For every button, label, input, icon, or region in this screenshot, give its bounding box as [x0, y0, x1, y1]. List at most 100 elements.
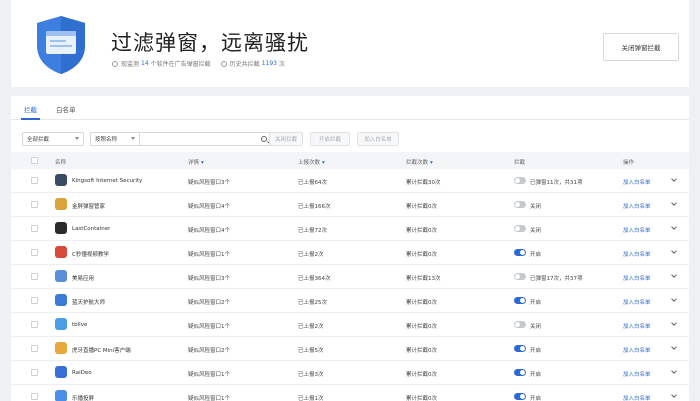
chevron-down-icon[interactable] — [671, 224, 677, 230]
col-reports[interactable]: 上报次数 ▾ — [298, 158, 325, 166]
search-icon[interactable] — [261, 136, 267, 142]
row-checkbox[interactable] — [31, 249, 38, 256]
table-row: 虎牙直播PC Mini客户端 疑似风险窗口2个 已上报5次 累计拦截0次 开启 加入白名单 — [11, 337, 689, 361]
col-detail[interactable]: 详情 ▾ — [188, 158, 204, 166]
row-blocks: 累计拦截0次 — [406, 372, 437, 378]
row-detail: 疑似风险窗口2个 — [188, 300, 230, 306]
table-row: RaiDeo 疑似风险窗口1个 已上报3次 累计拦截0次 开启 加入白名单 — [11, 361, 689, 385]
shield-window-icon — [37, 16, 85, 74]
table-row: tbllve 疑似风险窗口1个 已上报2次 累计拦截0次 关闭 加入白名单 — [11, 313, 689, 337]
stats-line: 现监测 14 个软件在广告弹窗拦截 历史共拦截 1193 次 — [112, 59, 285, 68]
chevron-down-icon[interactable] — [671, 392, 677, 398]
history-count: 1193 — [261, 60, 277, 67]
col-action: 操作 — [623, 160, 635, 166]
tab-bar: 拦截 白名单 — [11, 96, 689, 120]
table-row: Kingsoft Internet Security 疑似风险窗口3个 已上报64次… — [11, 169, 689, 193]
app-name: RaiDeo — [72, 370, 92, 376]
table-row: 乐播投屏 疑似风险窗口1个 已上报1次 累计拦截0次 开启 加入白名单 — [11, 385, 689, 401]
page-title: 过滤弹窗，远离骚扰 — [111, 31, 309, 55]
add-whitelist-link[interactable]: 加入白名单 — [623, 370, 651, 378]
row-blocks: 累计拦截0次 — [406, 204, 437, 210]
chevron-down-icon[interactable] — [671, 320, 677, 326]
intercept-toggle[interactable] — [514, 201, 526, 208]
add-whitelist-link[interactable]: 加入白名单 — [623, 322, 651, 330]
close-all-intercept-button[interactable]: 关闭弹窗拦截 — [603, 33, 679, 61]
row-reports: 已上报364次 — [298, 276, 331, 282]
add-whitelist-link[interactable]: 加入白名单 — [623, 202, 651, 210]
app-name: C秒懂视频教学 — [72, 252, 109, 258]
row-reports: 已上报2次 — [298, 324, 324, 330]
select-all-checkbox[interactable] — [31, 157, 38, 164]
intercept-toggle[interactable] — [514, 297, 526, 304]
add-whitelist-button[interactable]: 加入白名单 — [357, 132, 399, 146]
row-checkbox[interactable] — [31, 201, 38, 208]
toggle-status: 关闭 — [530, 324, 542, 330]
row-checkbox[interactable] — [31, 321, 38, 328]
close-intercept-button[interactable]: 关闭拦截 — [269, 132, 303, 146]
app-icon — [55, 246, 67, 258]
row-detail: 疑似风险窗口4个 — [188, 204, 230, 210]
tab-whitelist[interactable]: 白名单 — [56, 104, 76, 114]
monitor-suffix: 个软件在广告弹窗拦截 — [150, 61, 211, 68]
col-blocks[interactable]: 拦截次数 ▾ — [406, 158, 433, 166]
chevron-down-icon[interactable] — [671, 176, 677, 182]
monitor-count: 14 — [141, 60, 149, 67]
row-blocks: 累计拦截0次 — [406, 396, 437, 401]
chevron-down-icon — [75, 137, 79, 140]
chevron-down-icon[interactable] — [671, 344, 677, 350]
app-icon — [55, 366, 67, 378]
chevron-down-icon[interactable] — [671, 200, 677, 206]
toggle-status: 已弹窗17次，共37项 — [530, 276, 583, 282]
tab-intercept[interactable]: 拦截 — [21, 104, 40, 120]
row-checkbox[interactable] — [31, 345, 38, 352]
sort-icon: ▾ — [430, 160, 433, 166]
table-header: 名称 详情 ▾ 上报次数 ▾ 拦截次数 ▾ 拦截 操作 — [11, 152, 689, 169]
app-icon — [55, 174, 67, 186]
row-checkbox[interactable] — [31, 177, 38, 184]
toggle-status: 开启 — [530, 300, 542, 306]
chevron-down-icon[interactable] — [671, 248, 677, 254]
toggle-status: 开启 — [530, 372, 542, 378]
intercept-toggle[interactable] — [514, 369, 526, 376]
row-detail: 疑似风险窗口2个 — [188, 348, 230, 354]
sort-select-value: 按照名称 — [95, 137, 118, 143]
intercept-toggle[interactable] — [514, 225, 526, 232]
sort-select[interactable]: 按照名称 — [90, 132, 140, 146]
intercept-toggle[interactable] — [514, 249, 526, 256]
monitor-prefix: 现监测 — [121, 61, 140, 68]
row-checkbox[interactable] — [31, 393, 38, 400]
toggle-status: 关闭 — [530, 228, 542, 234]
chevron-down-icon[interactable] — [671, 296, 677, 302]
toggle-status: 开启 — [530, 396, 542, 401]
add-whitelist-link[interactable]: 加入白名单 — [623, 346, 651, 354]
add-whitelist-link[interactable]: 加入白名单 — [623, 298, 651, 306]
toggle-status: 开启 — [530, 252, 542, 258]
intercept-toggle[interactable] — [514, 393, 526, 400]
intercept-toggle[interactable] — [514, 321, 526, 328]
add-whitelist-link[interactable]: 加入白名单 — [623, 274, 651, 282]
row-checkbox[interactable] — [31, 225, 38, 232]
intercept-toggle[interactable] — [514, 345, 526, 352]
search-input[interactable] — [139, 132, 272, 146]
app-icon — [55, 198, 67, 210]
filter-select-value: 全部拦截 — [27, 137, 50, 143]
add-whitelist-link[interactable]: 加入白名单 — [623, 178, 651, 186]
row-checkbox[interactable] — [31, 273, 38, 280]
row-checkbox[interactable] — [31, 369, 38, 376]
filter-select[interactable]: 全部拦截 — [22, 132, 84, 146]
chevron-down-icon[interactable] — [671, 272, 677, 278]
row-detail: 疑似风险窗口3个 — [188, 276, 230, 282]
row-reports: 已上报2次 — [298, 252, 324, 258]
add-whitelist-link[interactable]: 加入白名单 — [623, 226, 651, 234]
row-reports: 已上报1次 — [298, 396, 324, 401]
open-intercept-button[interactable]: 开启拦截 — [310, 132, 350, 146]
add-whitelist-link[interactable]: 加入白名单 — [623, 250, 651, 258]
intercept-toggle[interactable] — [514, 177, 526, 184]
chevron-down-icon[interactable] — [671, 368, 677, 374]
app-icon — [55, 222, 67, 234]
add-whitelist-link[interactable]: 加入白名单 — [623, 394, 651, 401]
history-icon — [220, 60, 227, 67]
row-checkbox[interactable] — [31, 297, 38, 304]
intercept-toggle[interactable] — [514, 273, 526, 280]
toggle-status: 关闭 — [530, 204, 542, 210]
